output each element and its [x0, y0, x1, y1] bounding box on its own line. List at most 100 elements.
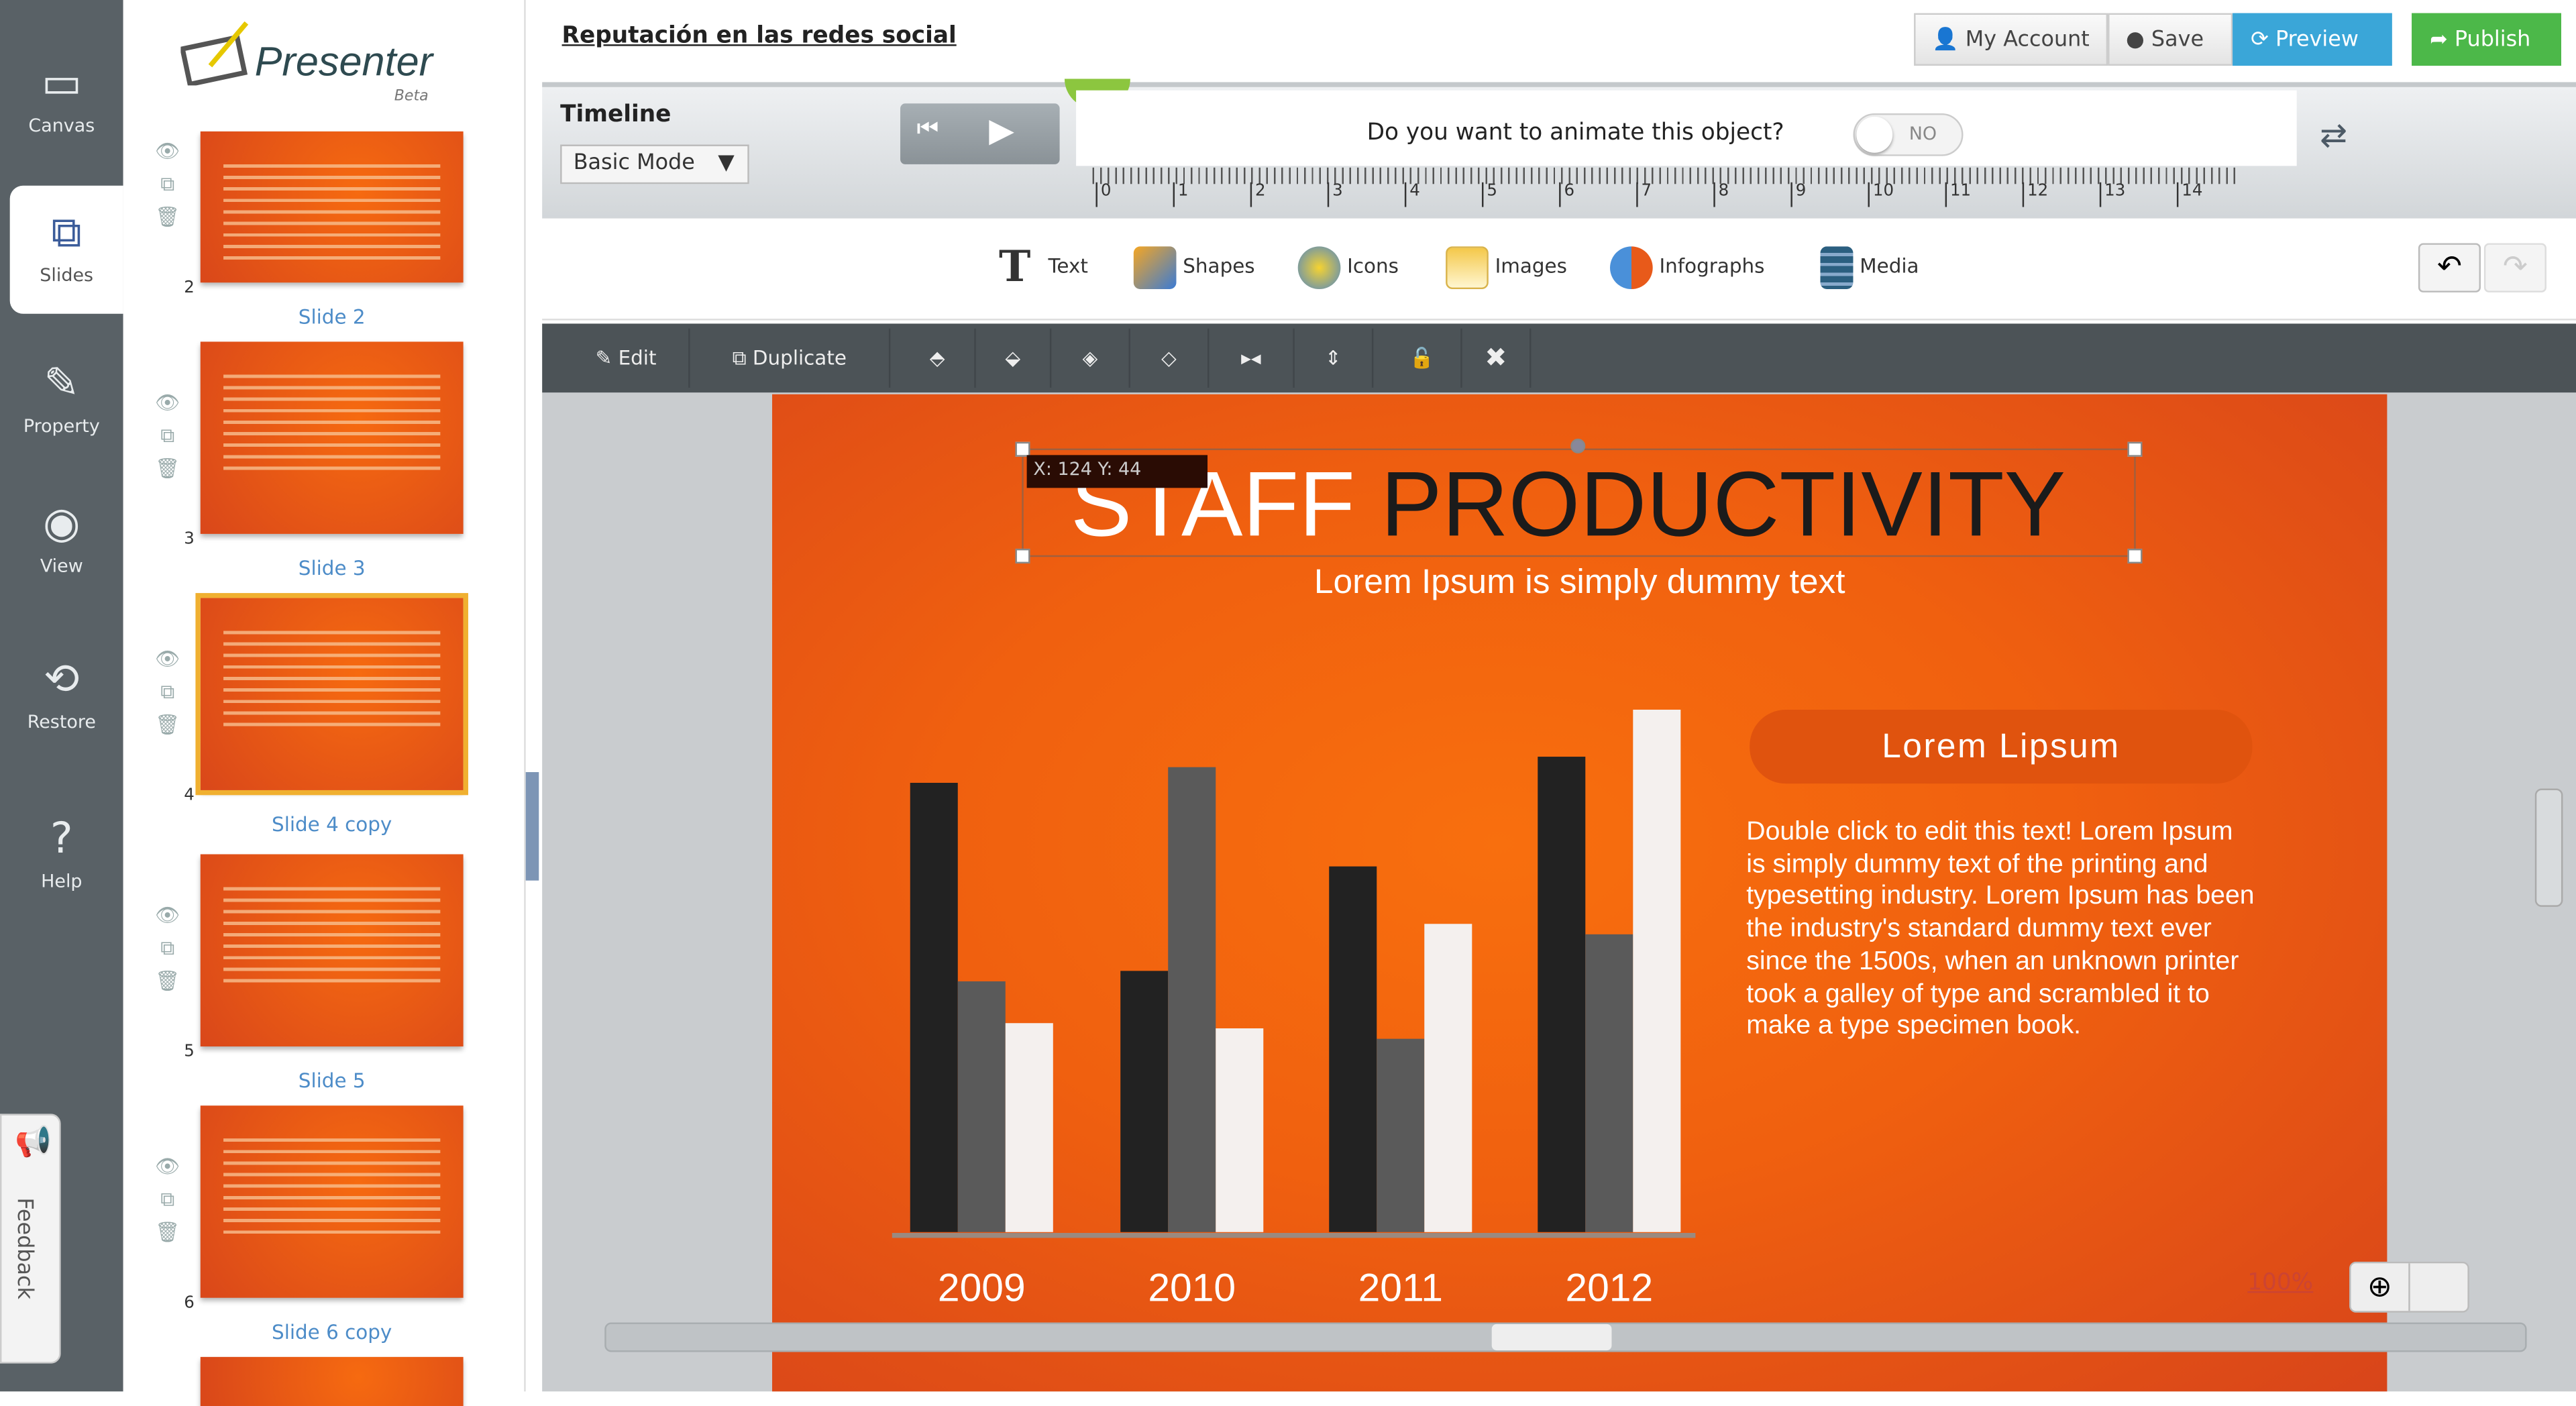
user-icon: 👤: [1932, 28, 1966, 53]
ruler-tick: 4: [1404, 182, 1420, 207]
nav-canvas[interactable]: ▭ Canvas: [0, 36, 123, 164]
slide-body-text[interactable]: Double click to edit this text! Lorem Ip…: [1746, 816, 2255, 1043]
document-title[interactable]: Reputación en las redes social: [562, 23, 957, 49]
bring-to-front-icon: ⬘: [929, 346, 945, 370]
play-button[interactable]: ▶: [989, 110, 1014, 150]
pencil-icon: ✎: [595, 346, 619, 370]
nav-view[interactable]: ◉ View: [0, 476, 123, 604]
slide-label[interactable]: Slide 5: [201, 1069, 464, 1092]
insert-icons-button[interactable]: Icons: [1297, 241, 1399, 290]
bar-2010-2: [1216, 1028, 1264, 1232]
bar-2011-2: [1424, 924, 1472, 1232]
send-backward-button[interactable]: ◇: [1130, 328, 1210, 388]
nav-restore[interactable]: ⟲ Restore: [0, 633, 123, 761]
panel-collapse-handle[interactable]: [525, 772, 539, 881]
copy-icon[interactable]: ⧉: [154, 680, 180, 705]
icons-icon: [1297, 246, 1341, 288]
slide-label[interactable]: Slide 4 copy: [201, 813, 464, 836]
ruler-tick: 12: [2022, 182, 2048, 207]
mode-select[interactable]: Basic Mode ▼: [560, 144, 749, 184]
trash-icon[interactable]: 🗑: [154, 1221, 180, 1244]
help-icon: ?: [50, 814, 73, 865]
save-icon: ●: [2126, 28, 2151, 53]
zoom-in-icon[interactable]: ⊕: [2351, 1263, 2410, 1311]
trash-icon[interactable]: 🗑: [154, 969, 180, 992]
slide-number: 3: [184, 531, 195, 549]
slide-thumbnail[interactable]: [200, 1356, 464, 1406]
insert-images-button[interactable]: Images: [1446, 241, 1567, 290]
copy-icon[interactable]: ⧉: [154, 172, 180, 197]
redo-button[interactable]: ↷: [2483, 243, 2546, 292]
insert-text-button[interactable]: T Text: [999, 241, 1088, 290]
rewind-button[interactable]: ⏮: [917, 113, 939, 143]
trash-icon[interactable]: 🗑: [154, 205, 180, 228]
ruler-tick: 13: [2099, 182, 2125, 207]
slide-thumbnail[interactable]: [200, 854, 464, 1047]
eye-icon[interactable]: 👁: [154, 391, 180, 414]
save-button[interactable]: ● Save: [2108, 13, 2233, 66]
delete-button[interactable]: ✖: [1462, 328, 1532, 388]
images-icon: [1446, 246, 1489, 288]
eye-icon[interactable]: 👁: [154, 140, 180, 162]
publish-button[interactable]: ➦ Publish: [2412, 13, 2561, 66]
slide-label[interactable]: Slide 2: [201, 306, 464, 329]
thumbnail-preview: [223, 631, 441, 730]
slide-label[interactable]: Slide 3: [201, 557, 464, 580]
flip-vertical-icon: ⇕: [1325, 346, 1342, 370]
ruler-tick: 6: [1559, 182, 1574, 207]
bar-2009-1: [957, 981, 1006, 1232]
ruler-tick: 3: [1327, 182, 1343, 207]
my-account-button[interactable]: 👤 My Account: [1914, 13, 2108, 66]
ruler-tick: 8: [1713, 182, 1729, 207]
undo-button[interactable]: ↶: [2418, 243, 2481, 292]
bring-to-front-button[interactable]: ⬘: [900, 328, 976, 388]
feedback-tab[interactable]: 📢 Feedback: [0, 1114, 61, 1364]
bar-2012-2: [1633, 709, 1681, 1232]
duplicate-icon: ⧉: [732, 346, 753, 370]
slide-thumbnail[interactable]: [195, 593, 468, 796]
nav-help[interactable]: ? Help: [0, 792, 123, 920]
eye-icon[interactable]: 👁: [154, 904, 180, 926]
flip-vertical-button[interactable]: ⇕: [1295, 328, 1374, 388]
duplicate-button[interactable]: ⧉ Duplicate: [690, 328, 891, 388]
zoom-level[interactable]: 100%: [2247, 1270, 2313, 1296]
slides-icon: ⧉: [51, 209, 82, 258]
sync-icon[interactable]: ⇄: [2320, 115, 2347, 154]
copy-icon[interactable]: ⧉: [154, 424, 180, 449]
trash-icon[interactable]: 🗑: [154, 713, 180, 736]
lock-icon: 🔓: [1409, 346, 1434, 370]
flip-horizontal-button[interactable]: ▸◂: [1209, 328, 1295, 388]
flip-horizontal-icon: ▸◂: [1241, 346, 1261, 370]
toggle-knob: [1856, 116, 1893, 153]
bar-2010-0: [1120, 971, 1169, 1232]
slide-thumbnail[interactable]: [200, 341, 464, 534]
slide-label[interactable]: Slide 6 copy: [201, 1321, 464, 1344]
eye-icon[interactable]: 👁: [154, 1155, 180, 1178]
trash-icon[interactable]: 🗑: [154, 457, 180, 480]
vertical-scrollbar[interactable]: [2534, 788, 2563, 907]
copy-icon[interactable]: ⧉: [154, 1188, 180, 1213]
copy-icon[interactable]: ⧉: [154, 936, 180, 961]
preview-button[interactable]: ⟳ Preview: [2233, 13, 2392, 66]
send-backward-icon: ◇: [1161, 346, 1177, 370]
nav-slides[interactable]: ⧉ Slides: [9, 185, 123, 314]
close-icon: ✖: [1485, 341, 1507, 373]
heading-pill[interactable]: Lorem Lipsum: [1750, 709, 2253, 784]
nav-property[interactable]: ✎ Property: [0, 337, 123, 465]
horizontal-scroll-thumb[interactable]: [1491, 1323, 1612, 1351]
animate-toggle[interactable]: NO: [1853, 113, 1964, 156]
send-to-back-button[interactable]: ⬙: [976, 328, 1052, 388]
lock-button[interactable]: 🔓: [1383, 328, 1462, 388]
slide-thumbnail[interactable]: [200, 131, 464, 283]
ruler-tick: 7: [1636, 182, 1652, 207]
insert-shapes-button[interactable]: Shapes: [1133, 241, 1255, 290]
edit-button[interactable]: ✎ Edit: [564, 328, 690, 388]
ruler-tick: 14: [2176, 182, 2202, 207]
insert-infographs-button[interactable]: Infographs: [1610, 241, 1764, 290]
thumbnail-preview: [223, 887, 441, 986]
bring-forward-button[interactable]: ◈: [1051, 328, 1130, 388]
slide-thumbnail[interactable]: [200, 1105, 464, 1298]
eye-icon[interactable]: 👁: [154, 647, 180, 670]
slide-number: 4: [184, 787, 195, 806]
insert-media-button[interactable]: Media: [1820, 241, 1919, 290]
